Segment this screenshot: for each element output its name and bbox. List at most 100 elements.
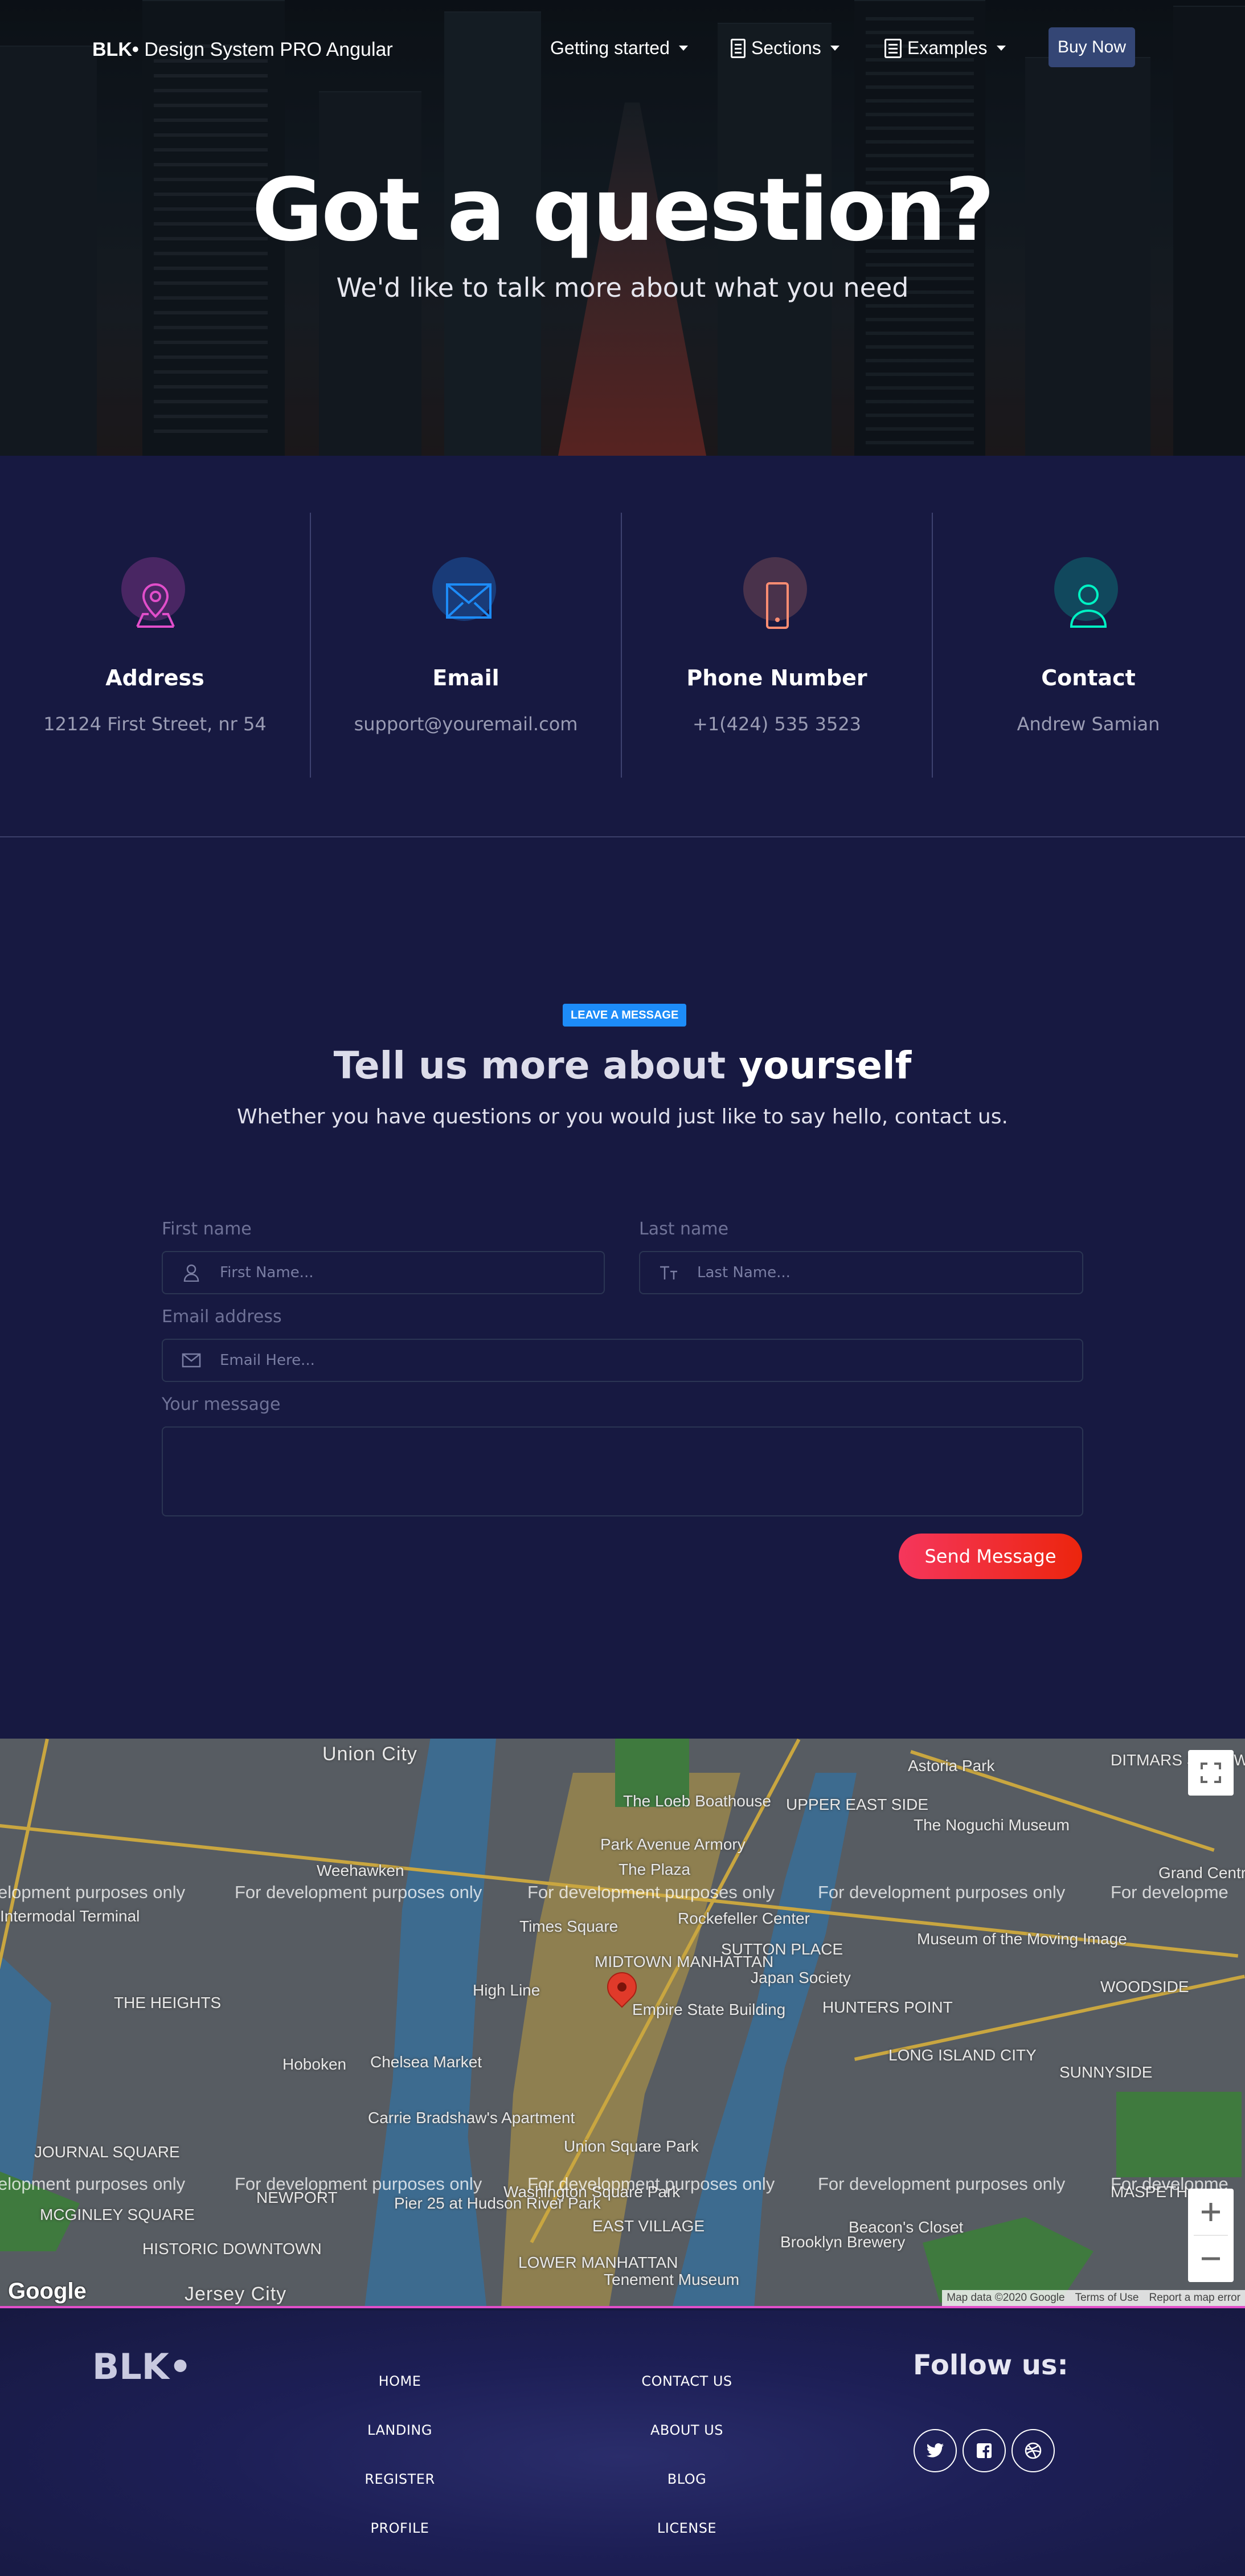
- zoom-out-button[interactable]: [1199, 2236, 1222, 2281]
- contact-info-section: Address 12124 First Street, nr 54 Email …: [0, 456, 1245, 837]
- last-name-field[interactable]: Last Name...: [639, 1251, 1083, 1294]
- info-email: Email support@youremail.com: [311, 513, 622, 778]
- caret-down-icon: [678, 46, 688, 51]
- map-label: Empire State Building: [632, 2001, 786, 2018]
- nav-examples[interactable]: Examples: [884, 38, 1006, 59]
- map-embed[interactable]: Union City Weehawken Hoboken Jersey City…: [0, 1739, 1245, 2308]
- map-watermark: elopment purposes only: [0, 2174, 186, 2194]
- info-address-title: Address: [105, 665, 204, 690]
- footer-link-register[interactable]: REGISTER: [314, 2471, 485, 2487]
- info-address: Address 12124 First Street, nr 54: [0, 513, 311, 778]
- map-label: Jersey City: [185, 2283, 287, 2305]
- map-label: MCGINLEY SQUARE: [40, 2206, 195, 2223]
- last-name-label: Last name: [639, 1219, 729, 1239]
- first-name-label: First name: [162, 1219, 252, 1239]
- map-label: EAST VILLAGE: [592, 2217, 705, 2235]
- map-label: Weehawken: [317, 1862, 404, 1879]
- info-phone-value: +1(424) 535 3523: [692, 713, 862, 735]
- footer-brand[interactable]: BLK•: [92, 2346, 191, 2387]
- map-label: Union City: [322, 1743, 417, 1765]
- map-label: LOWER MANHATTAN: [518, 2254, 678, 2271]
- brand-link[interactable]: BLK• Design System PRO Angular: [92, 39, 393, 61]
- zoom-in-button[interactable]: [1199, 2189, 1222, 2235]
- navbar: BLK• Design System PRO Angular Getting s…: [0, 0, 1245, 97]
- email-input[interactable]: Email Here...: [220, 1352, 315, 1369]
- map-watermark: For development purposes only: [818, 2174, 1066, 2194]
- terms-of-use-link[interactable]: Terms of Use: [1075, 2292, 1139, 2304]
- footer-link-blog[interactable]: BLOG: [601, 2471, 772, 2487]
- footer: BLK• HOME LANDING REGISTER PROFILE CONTA…: [0, 2311, 1245, 2576]
- footer-link-about-us[interactable]: ABOUT US: [601, 2422, 772, 2438]
- book-icon: [884, 38, 902, 58]
- email-field[interactable]: Email Here...: [162, 1339, 1083, 1382]
- info-contact: Contact Andrew Samian: [933, 513, 1244, 778]
- map-label: Japan Society: [751, 1969, 851, 1986]
- text-caps-icon: [640, 1252, 697, 1293]
- info-email-title: Email: [432, 665, 499, 690]
- map-label: Beacon's Closet: [849, 2218, 964, 2236]
- footer-link-contact-us[interactable]: CONTACT US: [601, 2373, 772, 2389]
- leave-message-badge: LEAVE A MESSAGE: [563, 1004, 687, 1027]
- nav-examples-label: Examples: [907, 38, 988, 58]
- mail-icon: [163, 1340, 220, 1381]
- nav-sections-label: Sections: [751, 38, 821, 58]
- map-watermark: For development purposes only: [235, 1882, 482, 1902]
- nav-sections[interactable]: Sections: [731, 38, 839, 59]
- mail-icon: [432, 557, 501, 625]
- map-label: Rockefeller Center: [678, 1909, 810, 1927]
- nav-getting-started[interactable]: Getting started: [550, 38, 688, 59]
- map-label: SUTTON PLACE: [721, 1940, 843, 1958]
- map-label: The Plaza: [619, 1861, 691, 1878]
- send-message-button[interactable]: Send Message: [899, 1534, 1082, 1579]
- map-watermark: For development purposes only: [818, 1882, 1066, 1902]
- footer-link-profile[interactable]: PROFILE: [314, 2520, 485, 2536]
- zoom-controls: [1188, 2189, 1234, 2282]
- email-label: Email address: [162, 1307, 282, 1327]
- map-label: Hoboken: [282, 2055, 347, 2073]
- map-attribution: Map data ©2020 Google Terms of Use Repor…: [942, 2290, 1245, 2306]
- info-address-value: 12124 First Street, nr 54: [43, 713, 267, 735]
- map-label: Grand Central P: [1158, 1864, 1245, 1882]
- map-label: Park Avenue Armory: [600, 1835, 746, 1853]
- map-label: Chelsea Market: [370, 2053, 482, 2071]
- footer-link-license[interactable]: LICENSE: [601, 2520, 772, 2536]
- map-label: Tenement Museum: [604, 2271, 740, 2288]
- footer-link-landing[interactable]: LANDING: [314, 2422, 485, 2438]
- first-name-field[interactable]: First Name...: [162, 1251, 605, 1294]
- user-icon: [163, 1252, 220, 1293]
- last-name-input[interactable]: Last Name...: [697, 1264, 791, 1281]
- map-label: UPPER EAST SIDE: [786, 1796, 929, 1813]
- caret-down-icon: [830, 46, 839, 51]
- facebook-button[interactable]: [963, 2429, 1006, 2472]
- map-label: Intermodal Terminal: [0, 1907, 140, 1925]
- footer-link-home[interactable]: HOME: [314, 2373, 485, 2389]
- google-logo[interactable]: Google: [8, 2279, 87, 2304]
- map-label: Pier 25 at Hudson River Park: [394, 2194, 601, 2212]
- map-watermark: For developme: [1111, 1882, 1228, 1902]
- caret-down-icon: [996, 46, 1006, 51]
- map-data-text: Map data ©2020 Google: [947, 2292, 1065, 2304]
- phone-icon: [743, 557, 812, 629]
- map-watermark: For development purposes only: [527, 2174, 775, 2194]
- dribbble-icon: [1025, 2442, 1042, 2459]
- map-label: Times Square: [519, 1917, 619, 1935]
- dribbble-button[interactable]: [1011, 2429, 1055, 2472]
- pin-icon: [121, 557, 190, 628]
- map-label: THE HEIGHTS: [114, 1994, 222, 2011]
- nav-getting-started-label: Getting started: [550, 38, 670, 58]
- fullscreen-button[interactable]: [1188, 1750, 1234, 1796]
- info-email-value: support@youremail.com: [354, 713, 578, 735]
- map-label: JOURNAL SQUARE: [34, 2143, 180, 2161]
- buy-now-button[interactable]: Buy Now: [1049, 27, 1135, 67]
- map-watermark: For development purposes only: [235, 2174, 482, 2194]
- twitter-button[interactable]: [914, 2429, 957, 2472]
- message-textarea[interactable]: [162, 1426, 1083, 1516]
- map-label: Union Square Park: [564, 2137, 699, 2155]
- facebook-icon: [977, 2443, 992, 2459]
- map-label: High Line: [473, 1981, 540, 1999]
- user-icon: [1054, 557, 1123, 628]
- map-label: Carrie Bradshaw's Apartment: [368, 2109, 575, 2127]
- first-name-input[interactable]: First Name...: [220, 1264, 313, 1281]
- report-map-error-link[interactable]: Report a map error: [1149, 2292, 1240, 2304]
- map-label: WOODSIDE: [1100, 1978, 1189, 1996]
